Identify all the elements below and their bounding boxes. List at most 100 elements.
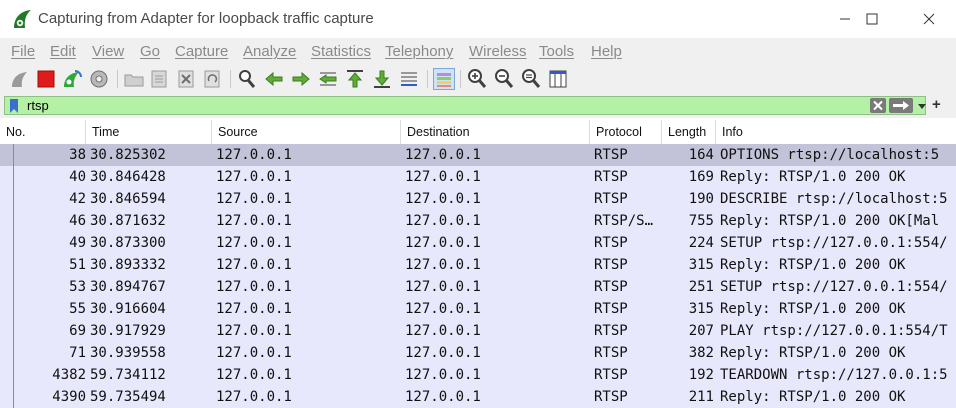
packet-row[interactable]: 51 30.893332 127.0.0.1 127.0.0.1 RTSP 31… [0,254,956,276]
packet-source: 127.0.0.1 [216,169,292,185]
maximize-icon [866,13,878,25]
go-forward-icon [292,71,310,87]
packet-no: 42 [69,191,86,207]
packet-info: OPTIONS rtsp://localhost:5 [720,147,940,163]
packet-time: 30.846594 [90,191,166,207]
save-file-button[interactable] [148,68,170,90]
go-first-packet-button[interactable] [344,68,366,90]
display-filter-input[interactable] [27,97,847,114]
menu-file[interactable]: File [11,43,35,60]
menu-view[interactable]: View [92,43,124,60]
toolbar-separator [117,70,118,88]
conversation-bracket [13,276,14,298]
packet-row[interactable]: 38 30.825302 127.0.0.1 127.0.0.1 RTSP 16… [0,144,956,166]
display-filter-field[interactable] [4,96,926,115]
packet-destination: 127.0.0.1 [405,191,481,207]
packet-info: Reply: RTSP/1.0 200 OK[Mal [720,213,940,229]
maximize-button[interactable] [849,0,895,38]
packet-time: 30.893332 [90,257,166,273]
packet-destination: 127.0.0.1 [405,367,481,383]
chevron-down-icon[interactable] [917,99,927,113]
packet-destination: 127.0.0.1 [405,345,481,361]
packet-row[interactable]: 69 30.917929 127.0.0.1 127.0.0.1 RTSP 20… [0,320,956,342]
column-no[interactable]: No. [0,120,86,144]
menu-statistics[interactable]: Statistics [311,43,371,60]
column-source[interactable]: Source [212,120,401,144]
packet-protocol: RTSP [594,279,628,295]
packet-row[interactable]: 53 30.894767 127.0.0.1 127.0.0.1 RTSP 25… [0,276,956,298]
menu-help[interactable]: Help [591,43,622,60]
menu-edit[interactable]: Edit [50,43,76,60]
packet-row[interactable]: 71 30.939558 127.0.0.1 127.0.0.1 RTSP 38… [0,342,956,364]
packet-length: 755 [688,213,714,229]
packet-source: 127.0.0.1 [216,301,292,317]
colorize-button[interactable] [433,68,455,90]
clear-icon [873,100,883,111]
find-packet-button[interactable] [236,68,258,90]
packet-source: 127.0.0.1 [216,213,292,229]
add-filter-button[interactable]: + [932,97,941,113]
packet-destination: 127.0.0.1 [405,257,481,273]
packet-source: 127.0.0.1 [216,323,292,339]
packet-length: 251 [688,279,714,295]
resize-columns-button[interactable] [547,68,569,90]
reload-file-button[interactable] [201,68,223,90]
zoom-in-button[interactable] [466,68,488,90]
packet-row[interactable]: 40 30.846428 127.0.0.1 127.0.0.1 RTSP 16… [0,166,956,188]
packet-no: 53 [69,279,86,295]
go-forward-button[interactable] [290,68,312,90]
column-protocol[interactable]: Protocol [590,120,662,144]
close-button[interactable] [906,0,952,38]
packet-row[interactable]: 46 30.871632 127.0.0.1 127.0.0.1 RTSP/S…… [0,210,956,232]
packet-time: 30.871632 [90,213,166,229]
packet-info: Reply: RTSP/1.0 200 OK [720,169,906,185]
go-to-packet-button[interactable] [317,68,339,90]
packet-row[interactable]: 55 30.916604 127.0.0.1 127.0.0.1 RTSP 31… [0,298,956,320]
packet-length: 315 [688,301,714,317]
packet-length: 207 [688,323,714,339]
packet-length: 211 [688,389,714,405]
normal-size-button[interactable] [520,68,542,90]
go-back-button[interactable] [263,68,285,90]
menu-telephony[interactable]: Telephony [385,43,453,60]
close-file-button[interactable] [175,68,197,90]
packet-destination: 127.0.0.1 [405,323,481,339]
go-last-packet-button[interactable] [371,68,393,90]
restart-capture-button[interactable] [61,68,83,90]
packet-destination: 127.0.0.1 [405,147,481,163]
conversation-bracket [13,298,14,320]
autoscroll-button[interactable] [398,68,420,90]
open-file-button[interactable] [123,68,145,90]
title-bar: Capturing from Adapter for loopback traf… [0,0,956,38]
column-info[interactable]: Info [716,120,956,144]
autoscroll-icon [401,72,417,86]
menu-capture[interactable]: Capture [175,43,228,60]
conversation-bracket [13,342,14,364]
menu-go[interactable]: Go [140,43,160,60]
start-capture-button[interactable] [9,68,31,90]
menu-analyze[interactable]: Analyze [243,43,296,60]
packet-row[interactable]: 42 30.846594 127.0.0.1 127.0.0.1 RTSP 19… [0,188,956,210]
packet-info: PLAY rtsp://127.0.0.1:554/T [720,323,948,339]
packet-info: Reply: RTSP/1.0 200 OK [720,301,906,317]
menu-tools[interactable]: Tools [539,43,574,60]
column-time[interactable]: Time [86,120,212,144]
stop-capture-button[interactable] [35,68,57,90]
menu-wireless[interactable]: Wireless [469,43,527,60]
bookmark-icon[interactable] [9,99,19,113]
packet-row[interactable]: 4390 59.735494 127.0.0.1 127.0.0.1 RTSP … [0,386,956,408]
apply-filter-button[interactable] [889,98,913,113]
toolbar-separator [427,70,428,88]
column-length[interactable]: Length [662,120,716,144]
clear-filter-button[interactable] [870,98,886,113]
close-file-icon [178,70,194,88]
packet-row[interactable]: 49 30.873300 127.0.0.1 127.0.0.1 RTSP 22… [0,232,956,254]
column-destination[interactable]: Destination [401,120,590,144]
packet-no: 51 [69,257,86,273]
zoom-out-button[interactable] [493,68,515,90]
packet-info: Reply: RTSP/1.0 200 OK [720,257,906,273]
packet-protocol: RTSP [594,169,628,185]
packet-row[interactable]: 4382 59.734112 127.0.0.1 127.0.0.1 RTSP … [0,364,956,386]
packet-source: 127.0.0.1 [216,191,292,207]
capture-options-button[interactable] [88,68,110,90]
